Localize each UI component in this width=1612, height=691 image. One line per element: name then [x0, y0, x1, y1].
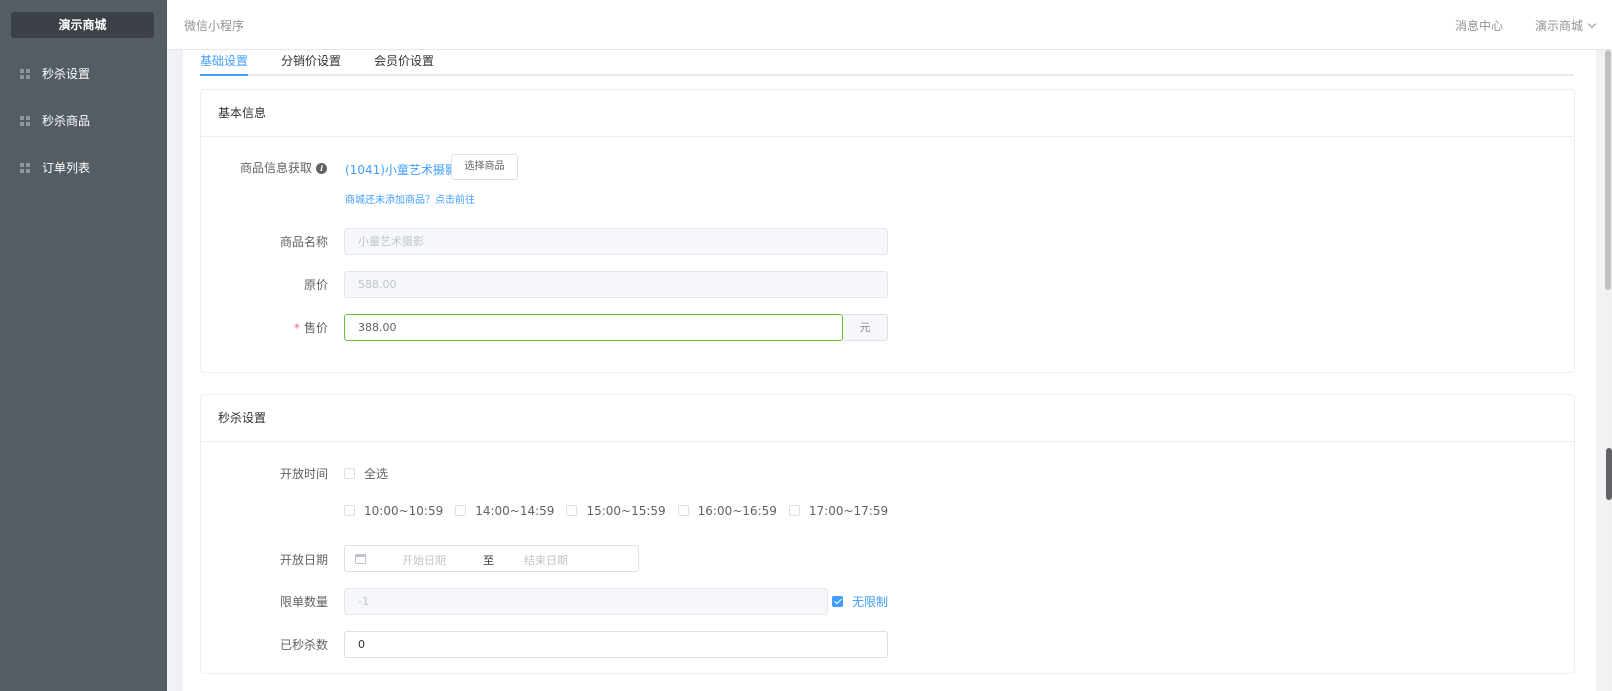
goods-fetch-label: 商品信息获取 i: [187, 159, 327, 176]
goods-fetch-label-text: 商品信息获取: [239, 161, 312, 175]
breadcrumb-title: 微信小程序: [184, 19, 245, 33]
card-title: 基本信息: [201, 90, 1574, 137]
sidebar-item-seckill-settings[interactable]: 秒杀设置: [0, 50, 167, 97]
user-menu-label: 演示商城: [1535, 19, 1584, 33]
brand-logo[interactable]: 演示商城: [11, 12, 154, 38]
sale-price-input[interactable]: 388.00: [344, 314, 843, 341]
grid-icon: [20, 162, 30, 173]
side-handle[interactable]: [1606, 448, 1612, 500]
order-limit-input[interactable]: -1: [344, 588, 828, 615]
checkbox-box: [566, 505, 578, 516]
add-goods-hint-link[interactable]: 商城还未添加商品？点击前往: [345, 191, 475, 206]
checkbox-checked-icon: [832, 596, 843, 607]
grid-icon: [20, 115, 30, 126]
select-all-row: 全选: [344, 465, 400, 482]
time-slot-checkbox[interactable]: 17:00~17:59: [788, 504, 889, 518]
sold-count-label: 已秒杀数: [279, 638, 328, 652]
message-center-link[interactable]: 消息中心: [1455, 17, 1503, 34]
info-icon[interactable]: i: [316, 163, 327, 174]
checkbox-box: [788, 505, 800, 516]
original-price-input[interactable]: 588.00: [344, 271, 888, 298]
sale-price-label: * 售价: [208, 319, 328, 336]
sidebar-item-label: 秒杀商品: [42, 114, 91, 128]
selected-goods-link[interactable]: (1041)小童艺术摄影: [345, 161, 457, 178]
tab-bar: 基础设置 分销价设置 会员价设置: [200, 50, 1574, 76]
tab-member-price[interactable]: 会员价设置: [374, 52, 434, 69]
select-all-label: 全选: [364, 467, 389, 481]
chevron-down-icon: [1587, 19, 1597, 29]
grid-icon: [20, 68, 30, 79]
start-date-input[interactable]: 开始日期: [402, 552, 446, 568]
open-date-label: 开放日期: [279, 553, 328, 567]
sidebar-item-seckill-goods[interactable]: 秒杀商品: [0, 97, 167, 144]
time-slot-checkbox[interactable]: 16:00~16:59: [677, 504, 777, 518]
sidebar-item-order-list[interactable]: 订单列表: [0, 144, 167, 191]
user-menu[interactable]: 演示商城: [1535, 17, 1597, 34]
end-date-input[interactable]: 结束日期: [524, 552, 568, 568]
time-slot-checkbox[interactable]: 15:00~15:59: [566, 504, 666, 518]
time-slot-checkbox[interactable]: 10:00~10:59: [344, 504, 443, 518]
date-range-picker[interactable]: 开始日期 至 结束日期: [344, 545, 639, 572]
checkbox-box: [344, 505, 355, 516]
sidebar: 演示商城 秒杀设置 秒杀商品 订单列表: [0, 0, 167, 691]
sale-price-label-text: 售价: [303, 321, 328, 335]
goods-name-label: 商品名称: [279, 235, 328, 249]
time-slot-label: 17:00~17:59: [808, 504, 889, 518]
time-slot-checkbox[interactable]: 14:00~14:59: [455, 504, 554, 518]
goods-name-input[interactable]: 小童艺术摄影: [344, 228, 888, 255]
sidebar-item-label: 秒杀设置: [42, 67, 91, 81]
tab-distribution-price[interactable]: 分销价设置: [281, 52, 341, 69]
checkbox-box: [344, 468, 355, 479]
sidebar-item-label: 订单列表: [42, 161, 91, 175]
top-bar: 微信小程序 消息中心 演示商城: [167, 0, 1612, 50]
time-slot-list: 10:00~10:59 14:00~14:59 15:00~15:59 16:0…: [344, 504, 900, 518]
time-slot-label: 16:00~16:59: [697, 504, 777, 518]
unlimited-checkbox[interactable]: 无限制: [832, 593, 888, 610]
calendar-icon: [355, 554, 366, 564]
scrollbar-thumb[interactable]: [1605, 50, 1611, 290]
order-limit-label: 限单数量: [279, 595, 328, 609]
original-price-label: 原价: [303, 278, 328, 292]
time-slot-label: 14:00~14:59: [475, 504, 555, 518]
open-time-label: 开放时间: [279, 467, 328, 481]
checkbox-box: [455, 505, 467, 516]
unlimited-label: 无限制: [852, 595, 889, 609]
required-mark: *: [293, 321, 300, 335]
select-all-checkbox[interactable]: 全选: [344, 465, 388, 482]
select-goods-button[interactable]: 选择商品: [451, 154, 518, 180]
tab-active-indicator: [200, 74, 248, 76]
currency-unit: 元: [843, 314, 888, 341]
tab-basic-settings[interactable]: 基础设置: [200, 52, 248, 69]
sidebar-menu: 秒杀设置 秒杀商品 订单列表: [0, 50, 167, 191]
card-title: 秒杀设置: [201, 395, 1574, 442]
sold-count-input[interactable]: 0: [344, 631, 888, 658]
time-slot-label: 15:00~15:59: [586, 504, 666, 518]
time-slot-label: 10:00~10:59: [364, 504, 444, 518]
checkbox-box: [677, 505, 689, 516]
date-separator: 至: [483, 554, 494, 567]
